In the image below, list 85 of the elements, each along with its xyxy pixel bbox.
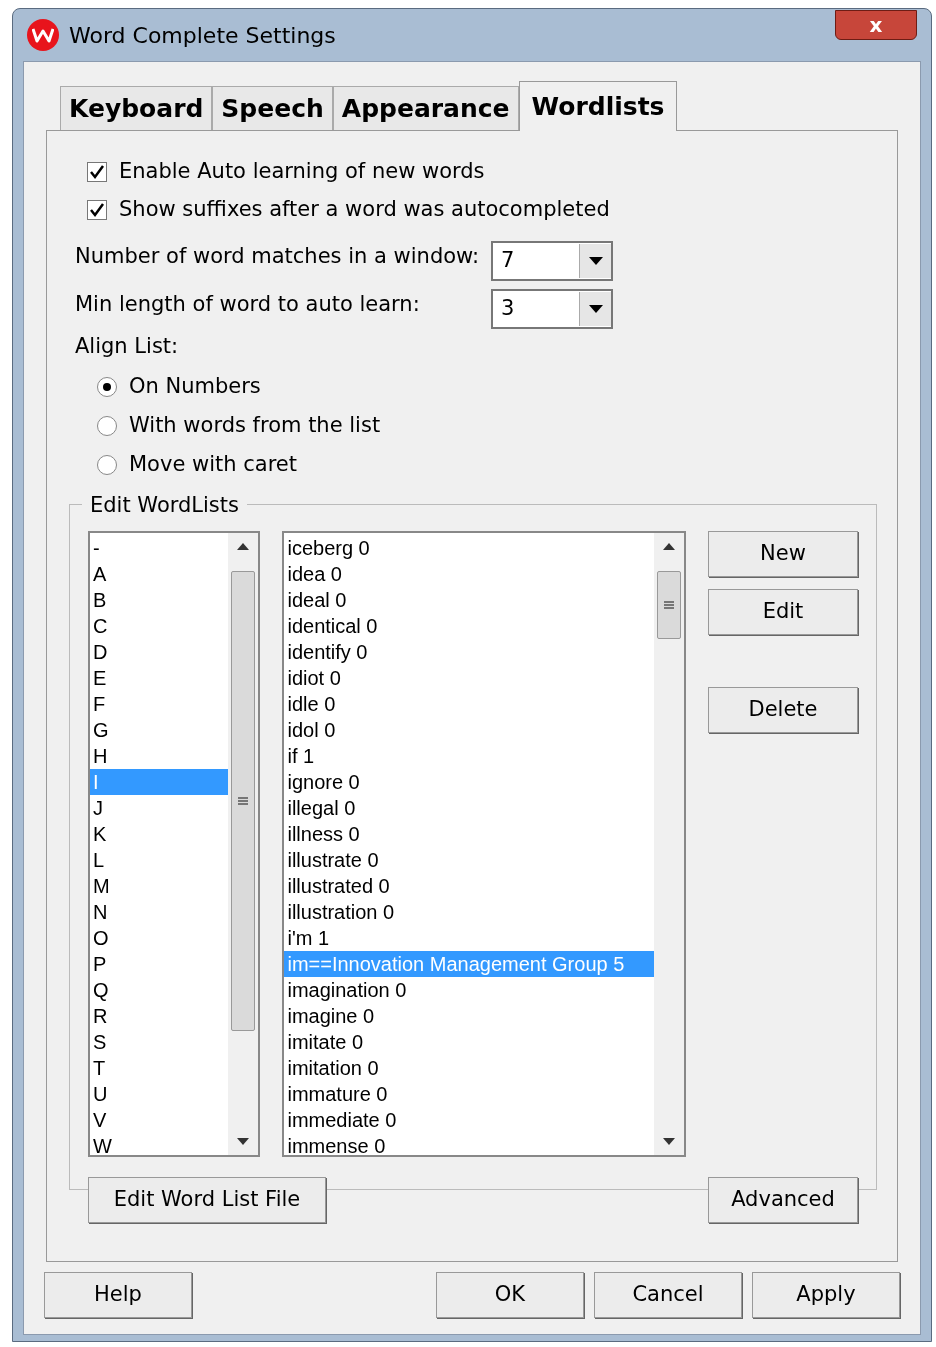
radio-button[interactable] [97,376,117,397]
tab[interactable]: Wordlists [518,81,678,131]
checkbox[interactable] [87,200,107,220]
group-label: Align List: [75,333,180,360]
button[interactable]: Edit Word List File [88,1177,326,1223]
list-item[interactable]: M [90,873,229,899]
dropdown[interactable]: 3 [491,289,613,329]
field-label: Number of word matches in a window: [75,243,481,270]
list-item[interactable]: H [90,743,229,769]
button[interactable]: OK [436,1272,584,1318]
list-item[interactable]: F [90,691,229,717]
radio-label: With words from the list [129,411,381,439]
scrollbar-thumb[interactable] [231,571,256,1031]
dropdown[interactable]: 7 [491,241,613,281]
list-item[interactable]: illegal 0 [284,795,654,821]
list-item[interactable]: B [90,587,229,613]
scrollbar-thumb[interactable] [657,571,681,639]
list-item[interactable]: idiot 0 [284,665,654,691]
list-item[interactable]: idea 0 [284,561,654,587]
list-item[interactable]: V [90,1107,229,1133]
list-item[interactable]: P [90,951,229,977]
field-label: Min length of word to auto learn: [75,291,421,318]
scroll-up-icon[interactable] [237,543,250,550]
list-item[interactable]: illustrated 0 [284,873,654,899]
scrollbar[interactable] [654,533,684,1155]
list-item[interactable]: imitate 0 [284,1029,654,1055]
list-item[interactable]: K [90,821,229,847]
list-item[interactable]: imagine 0 [284,1003,654,1029]
list-item[interactable]: if 1 [284,743,654,769]
scroll-down-icon[interactable] [663,1138,675,1145]
list-item[interactable]: imagination 0 [284,977,654,1003]
list-item[interactable]: ignore 0 [284,769,654,795]
list-item[interactable]: E [90,665,229,691]
list-item[interactable]: idle 0 [284,691,654,717]
list-item[interactable]: U [90,1081,229,1107]
close-button[interactable]: x [835,10,917,40]
list-item[interactable]: G [90,717,229,743]
radio-button[interactable] [97,415,117,436]
scrollbar[interactable] [228,533,259,1155]
tab[interactable]: Keyboard [60,86,213,130]
list-item[interactable]: ideal 0 [284,587,654,613]
list-item[interactable]: iceberg 0 [284,535,654,561]
list-item[interactable]: identical 0 [284,613,654,639]
list-item[interactable]: Q [90,977,229,1003]
list-item[interactable]: C [90,613,229,639]
list-item[interactable]: T [90,1055,229,1081]
checkbox-label: Enable Auto learning of new words [119,158,485,186]
button[interactable]: Delete [708,687,858,733]
scroll-up-icon[interactable] [663,543,675,550]
button[interactable]: Advanced [708,1177,858,1223]
list-item[interactable]: immediate 0 [284,1107,654,1133]
list-item[interactable]: illustrate 0 [284,847,654,873]
list-item[interactable]: i'm 1 [284,925,654,951]
list-item[interactable]: - [90,535,229,561]
radio-label: Move with caret [129,450,297,478]
list-item[interactable]: imitation 0 [284,1055,654,1081]
button[interactable]: Apply [752,1272,900,1318]
list-item[interactable]: S [90,1029,229,1055]
list-item[interactable]: L [90,847,229,873]
list-item[interactable]: immense 0 [284,1133,654,1155]
scroll-down-icon[interactable] [237,1138,250,1145]
window-title: Word Complete Settings [69,21,337,50]
list-item[interactable]: N [90,899,229,925]
checkbox-label: Show suffixes after a word was autocompleted [119,196,610,224]
list-item[interactable]: illustration 0 [284,899,654,925]
button[interactable]: New [708,531,858,577]
button[interactable]: Help [44,1272,192,1318]
list-item[interactable]: A [90,561,229,587]
list-item[interactable]: W [90,1133,229,1155]
radio-button[interactable] [97,454,117,475]
radio-label: On Numbers [129,372,261,400]
button[interactable]: Edit [708,589,858,635]
list-item[interactable]: immature 0 [284,1081,654,1107]
list-item[interactable]: identify 0 [284,639,654,665]
button[interactable]: Cancel [594,1272,742,1318]
tab[interactable]: Speech [212,86,333,130]
list-item[interactable]: illness 0 [284,821,654,847]
list-item[interactable]: O [90,925,229,951]
app-logo-icon [27,19,59,51]
tab[interactable]: Appearance [332,86,519,130]
list-item[interactable]: J [90,795,229,821]
list-item[interactable]: idol 0 [284,717,654,743]
list-item[interactable]: R [90,1003,229,1029]
list-item[interactable]: D [90,639,229,665]
checkbox[interactable] [87,162,107,182]
